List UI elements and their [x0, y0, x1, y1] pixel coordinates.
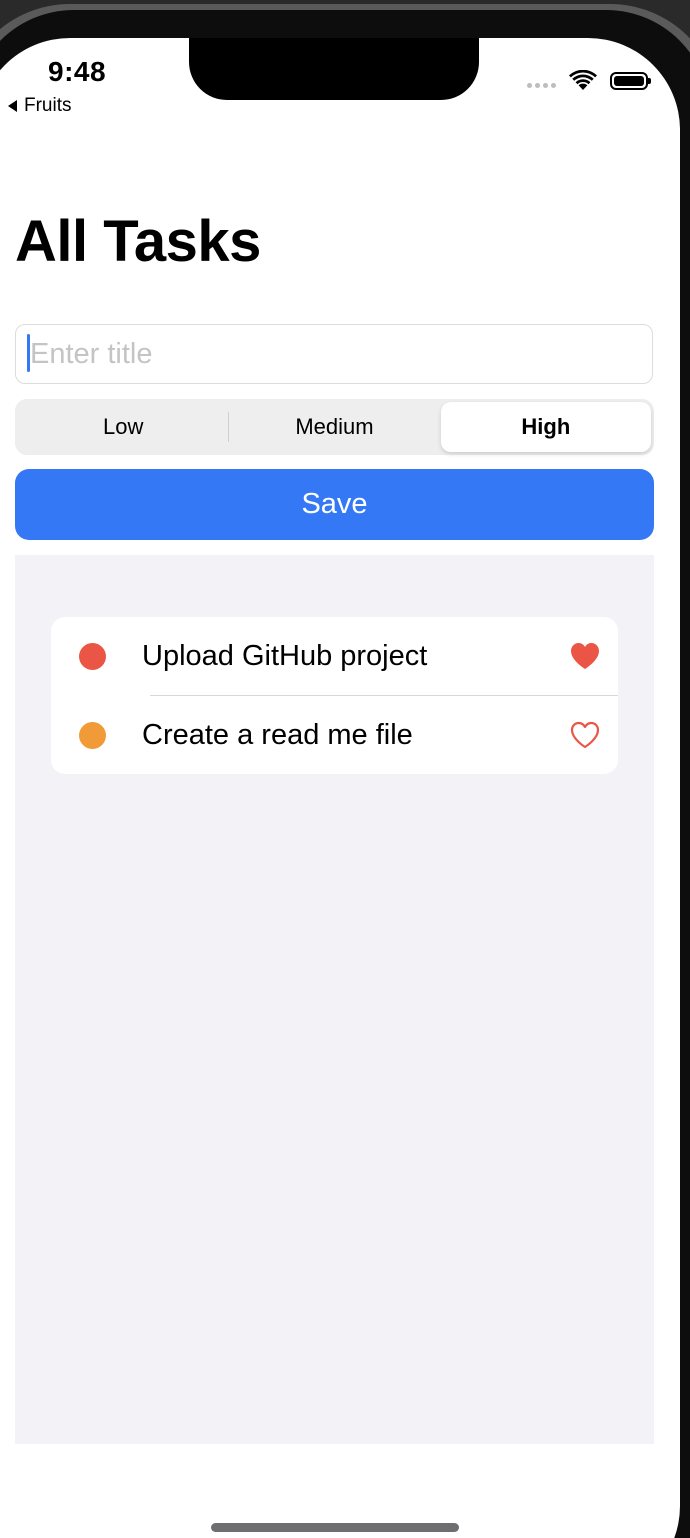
- wifi-icon: [569, 70, 597, 90]
- app-content: 9:48 Fruits All Tasks Enter title Low Me…: [0, 38, 680, 1538]
- text-cursor: [27, 334, 30, 372]
- heart-outline-icon[interactable]: [569, 720, 601, 750]
- save-button[interactable]: Save: [15, 469, 654, 540]
- task-title: Upload GitHub project: [142, 639, 428, 672]
- priority-dot: [79, 721, 106, 749]
- task-list-area: Upload GitHub project Create a read me f…: [15, 555, 654, 1444]
- home-indicator[interactable]: [211, 1523, 459, 1532]
- title-input[interactable]: [15, 324, 653, 384]
- task-row[interactable]: Upload GitHub project: [51, 617, 618, 695]
- priority-option-low[interactable]: Low: [18, 402, 228, 452]
- heart-filled-icon[interactable]: [569, 641, 601, 671]
- priority-option-medium[interactable]: Medium: [229, 402, 439, 452]
- back-link-label: Fruits: [24, 95, 72, 116]
- priority-dot: [79, 642, 106, 670]
- priority-picker[interactable]: Low Medium High: [15, 399, 654, 455]
- back-arrow-icon: [8, 100, 17, 112]
- page-title: All Tasks: [15, 209, 261, 274]
- notch: [189, 38, 479, 100]
- status-indicators: [527, 70, 651, 92]
- screen: 9:48 Fruits All Tasks Enter title Low Me…: [0, 38, 680, 1538]
- task-list: Upload GitHub project Create a read me f…: [51, 617, 618, 774]
- status-time: 9:48: [48, 56, 107, 87]
- battery-icon: [610, 72, 651, 90]
- task-title: Create a read me file: [142, 718, 413, 751]
- priority-option-high[interactable]: High: [440, 402, 651, 452]
- task-row[interactable]: Create a read me file: [51, 696, 618, 774]
- device-frame: 9:48 Fruits All Tasks Enter title Low Me…: [0, 0, 690, 1538]
- cellular-signal-icon: [527, 82, 556, 88]
- back-to-app-link[interactable]: Fruits: [8, 95, 72, 117]
